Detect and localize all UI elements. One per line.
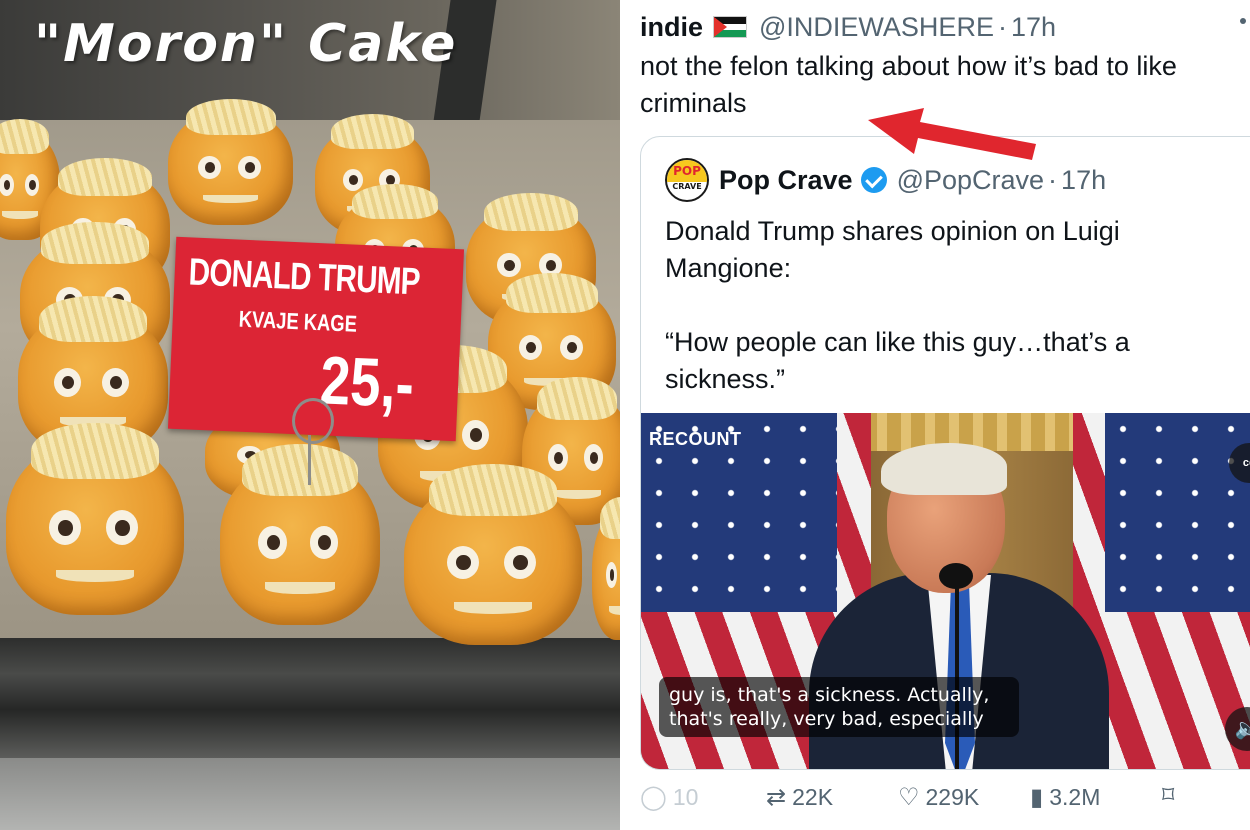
quoted-author-name[interactable]: Pop Crave xyxy=(719,165,853,196)
tweet-author-name[interactable]: indie xyxy=(640,12,703,43)
sign-subtitle: KVAJE KAGE xyxy=(238,305,358,337)
red-arrow-annotation xyxy=(868,108,1036,160)
bar-chart-icon: ▮ xyxy=(1030,783,1044,811)
palestine-flag-icon xyxy=(713,16,748,38)
verified-badge-icon xyxy=(860,167,887,193)
quoted-timestamp[interactable]: 17h xyxy=(1061,165,1106,196)
meme-caption: "Moron" Cake xyxy=(34,14,458,74)
reply-count: 10 xyxy=(672,784,699,810)
sign-title: DONALD TRUMP xyxy=(187,251,421,304)
reply-icon: ◯ xyxy=(640,783,667,811)
like-count: 229K xyxy=(925,784,980,810)
quoted-text-line: “How people can like this guy…that’s a s… xyxy=(665,327,1130,394)
views-button[interactable]: ▮ 3.2M xyxy=(1030,784,1100,811)
avatar[interactable]: POP CRAVE xyxy=(665,158,709,202)
display-counter xyxy=(0,758,620,830)
sign-price: 25,- xyxy=(318,342,416,423)
cake xyxy=(6,422,184,615)
panel-divider xyxy=(620,0,632,830)
sign-holder-stem xyxy=(308,435,311,485)
more-options-icon[interactable] xyxy=(1240,18,1246,24)
quoted-text-line: Donald Trump shares opinion on Luigi Man… xyxy=(665,216,1120,283)
cake-photo: DONALD TRUMP KVAJE KAGE 25,- "Moron" Cak… xyxy=(0,0,620,830)
tweet-actions: ◯ 10 ⇄ 22K ♡ 229K ▮ 3.2M ⌑ xyxy=(640,784,1250,818)
quoted-separator: · xyxy=(1048,164,1058,195)
repost-icon: ⇄ xyxy=(766,783,787,811)
cake xyxy=(220,443,380,625)
display-rail xyxy=(0,638,620,758)
view-count: 3.2M xyxy=(1049,784,1101,810)
tweet-timestamp[interactable]: 17h xyxy=(1011,12,1056,43)
tweet-author-handle[interactable]: @INDIEWASHERE xyxy=(759,12,994,43)
repost-count: 22K xyxy=(792,784,834,810)
video-player[interactable]: RECOUNT cc 🔈 guy is, that's a sickness. … xyxy=(641,413,1250,769)
cake xyxy=(168,98,293,225)
video-subtitle: guy is, that's a sickness. Actually, tha… xyxy=(659,677,1019,737)
avatar-label: POP xyxy=(673,164,701,178)
reply-button[interactable]: ◯ 10 xyxy=(640,784,698,811)
bookmark-button[interactable]: ⌑ xyxy=(1162,784,1180,808)
sign-holder-ring xyxy=(292,398,334,444)
like-button[interactable]: ♡ 229K xyxy=(898,784,979,811)
quoted-tweet-text: Donald Trump shares opinion on Luigi Man… xyxy=(665,213,1225,398)
bookmark-icon: ⌑ xyxy=(1162,782,1175,809)
cake xyxy=(404,463,582,645)
recount-logo: RECOUNT xyxy=(649,429,742,449)
quoted-author-handle[interactable]: @PopCrave xyxy=(897,165,1044,196)
heart-icon: ♡ xyxy=(898,783,920,811)
avatar-sublabel: CRAVE xyxy=(672,182,702,191)
quoted-tweet[interactable]: POP CRAVE Pop Crave @PopCrave · 17h Dona… xyxy=(640,136,1250,770)
repost-button[interactable]: ⇄ 22K xyxy=(766,784,833,811)
tweet-separator: · xyxy=(997,11,1007,42)
tweet-header: indie @INDIEWASHERE · 17h xyxy=(640,10,1056,44)
